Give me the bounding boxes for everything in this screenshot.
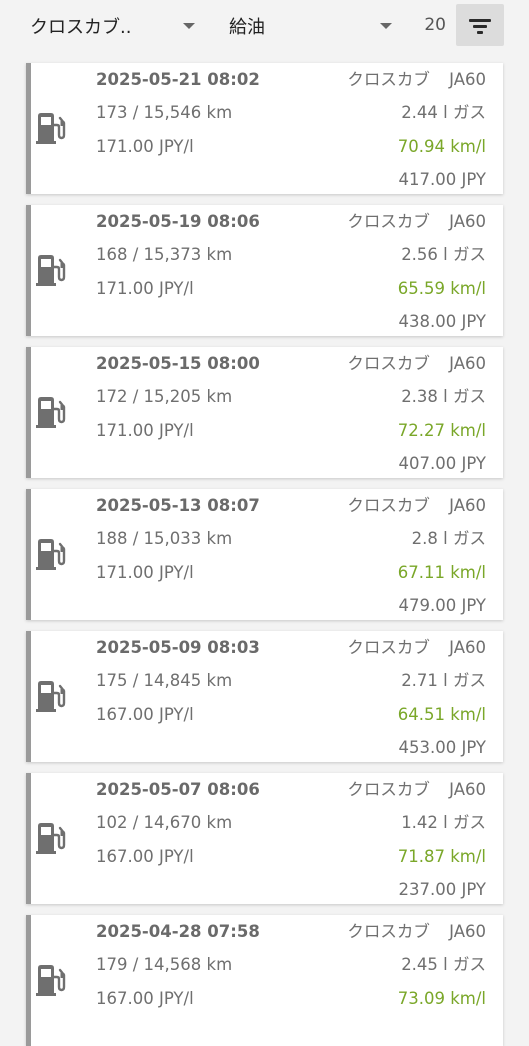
fuel-entry-card[interactable]: 2025-05-15 08:00 クロスカブ JA60 172 / 15,205… <box>26 347 503 478</box>
entry-date: 2025-05-21 08:02 <box>96 70 260 89</box>
entry-efficiency: 67.11 km/l <box>397 563 486 582</box>
fuel-entry-card[interactable]: 2025-05-13 08:07 クロスカブ JA60 188 / 15,033… <box>26 489 503 620</box>
entry-type-dropdown[interactable]: 給油 <box>229 8 392 44</box>
entry-odometer: 173 / 15,546 km <box>96 103 233 122</box>
entry-efficiency: 73.09 km/l <box>397 989 486 1008</box>
entry-vehicle: クロスカブ JA60 <box>347 780 486 799</box>
fuel-entry-card[interactable]: 2025-04-28 07:58 クロスカブ JA60 179 / 14,568… <box>26 915 503 1046</box>
entry-vehicle: クロスカブ JA60 <box>347 354 486 373</box>
card-accent-bar <box>26 347 31 478</box>
fuel-pump-icon <box>36 113 66 144</box>
fuel-pump-icon <box>36 823 66 854</box>
entry-unit-price: 171.00 JPY/l <box>96 279 194 298</box>
entry-date: 2025-05-13 08:07 <box>96 496 260 515</box>
entry-vehicle: クロスカブ JA60 <box>347 496 486 515</box>
entry-cost: 417.00 JPY <box>398 170 486 189</box>
entry-odometer: 188 / 15,033 km <box>96 529 233 548</box>
fuel-entry-card[interactable]: 2025-05-21 08:02 クロスカブ JA60 173 / 15,546… <box>26 63 503 194</box>
entry-unit-price: 167.00 JPY/l <box>96 989 194 1008</box>
entry-date: 2025-05-09 08:03 <box>96 638 260 657</box>
entry-efficiency: 70.94 km/l <box>397 137 486 156</box>
fuel-entry-card[interactable]: 2025-05-07 08:06 クロスカブ JA60 102 / 14,670… <box>26 773 503 904</box>
fuel-pump-icon <box>36 539 66 570</box>
fuel-entry-card[interactable]: 2025-05-09 08:03 クロスカブ JA60 175 / 14,845… <box>26 631 503 762</box>
fuel-pump-icon <box>36 397 66 428</box>
fuel-pump-icon <box>36 255 66 286</box>
entry-odometer: 102 / 14,670 km <box>96 813 233 832</box>
fuel-entry-card[interactable]: 2025-05-19 08:06 クロスカブ JA60 168 / 15,373… <box>26 205 503 336</box>
entry-volume: 2.56 l ガス <box>401 245 486 264</box>
entry-date: 2025-04-28 07:58 <box>96 922 260 941</box>
entry-volume: 1.42 l ガス <box>401 813 486 832</box>
card-accent-bar <box>26 915 31 1046</box>
filter-button[interactable] <box>456 4 504 46</box>
entry-cost: 479.00 JPY <box>398 596 486 615</box>
entry-type-dropdown-value: 給油 <box>229 17 265 38</box>
entry-volume: 2.38 l ガス <box>401 387 486 406</box>
entry-vehicle: クロスカブ JA60 <box>347 70 486 89</box>
fuel-pump-icon <box>36 681 66 712</box>
entry-odometer: 179 / 14,568 km <box>96 955 233 974</box>
entry-odometer: 175 / 14,845 km <box>96 671 233 690</box>
filter-bar: クロスカブ.. 給油 20 <box>0 0 529 52</box>
entry-efficiency: 65.59 km/l <box>397 279 486 298</box>
card-accent-bar <box>26 773 31 904</box>
entry-odometer: 168 / 15,373 km <box>96 245 233 264</box>
entry-unit-price: 171.00 JPY/l <box>96 563 194 582</box>
vehicle-dropdown-value: クロスカブ.. <box>30 17 132 38</box>
entry-cost: 438.00 JPY <box>398 312 486 331</box>
vehicle-dropdown[interactable]: クロスカブ.. <box>30 8 195 44</box>
entry-date: 2025-05-19 08:06 <box>96 212 260 231</box>
entry-volume: 2.8 l ガス <box>411 529 486 548</box>
entry-count: 20 <box>424 15 446 35</box>
caret-down-icon <box>183 23 195 29</box>
entry-efficiency: 71.87 km/l <box>397 847 486 866</box>
card-accent-bar <box>26 631 31 762</box>
entry-unit-price: 171.00 JPY/l <box>96 421 194 440</box>
entry-unit-price: 171.00 JPY/l <box>96 137 194 156</box>
caret-down-icon <box>380 23 392 29</box>
entry-volume: 2.44 l ガス <box>401 103 486 122</box>
entry-vehicle: クロスカブ JA60 <box>347 638 486 657</box>
entry-cost: 453.00 JPY <box>398 738 486 757</box>
entry-date: 2025-05-15 08:00 <box>96 354 260 373</box>
entry-cost: 237.00 JPY <box>398 880 486 899</box>
entry-cost: 407.00 JPY <box>398 454 486 473</box>
entry-odometer: 172 / 15,205 km <box>96 387 233 406</box>
fuel-pump-icon <box>36 965 66 996</box>
entry-vehicle: クロスカブ JA60 <box>347 922 486 941</box>
entry-volume: 2.45 l ガス <box>401 955 486 974</box>
card-accent-bar <box>26 205 31 336</box>
entry-efficiency: 64.51 km/l <box>397 705 486 724</box>
entry-date: 2025-05-07 08:06 <box>96 780 260 799</box>
entry-unit-price: 167.00 JPY/l <box>96 705 194 724</box>
entry-efficiency: 72.27 km/l <box>397 421 486 440</box>
entry-vehicle: クロスカブ JA60 <box>347 212 486 231</box>
entry-volume: 2.71 l ガス <box>401 671 486 690</box>
card-accent-bar <box>26 63 31 194</box>
entry-unit-price: 167.00 JPY/l <box>96 847 194 866</box>
card-accent-bar <box>26 489 31 620</box>
